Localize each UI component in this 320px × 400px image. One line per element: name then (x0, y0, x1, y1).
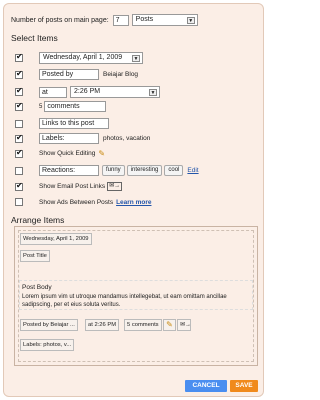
posts-count-row: Number of posts on main page: 7 Posts ▼ (11, 14, 198, 26)
date-format-value: Wednesday, April 1, 2009 (43, 54, 123, 61)
labels-chip[interactable]: Labels: photos, v... (20, 339, 75, 351)
email-row: Show Email Post Links ✉→ (15, 181, 123, 191)
select-items-title: Select Items (11, 33, 58, 43)
ads-label: Show Ads Between Posts (39, 198, 114, 206)
posted-by-chip[interactable]: Posted by Beiajar ... (20, 319, 78, 331)
author-name: Beiajar Blog (103, 71, 139, 78)
comments-count: 5 (39, 103, 43, 110)
chevron-down-icon: ▼ (132, 55, 140, 62)
time-chip[interactable]: at 2:26 PM (85, 319, 120, 331)
labels-input[interactable]: Labels: (39, 133, 99, 144)
ads-row: Show Ads Between Posts Learn more (15, 198, 151, 206)
date-header-chip[interactable]: Wednesday, April 1, 2009 (20, 233, 92, 245)
date-row: Wednesday, April 1, 2009 ▼ (15, 52, 143, 64)
time-row: at 2:26 PM ▼ (15, 86, 160, 98)
comments-chip[interactable]: 5 comments (124, 319, 162, 331)
arrange-items-title: Arrange Items (11, 215, 65, 225)
posts-count-input[interactable]: 7 (112, 14, 129, 26)
posted-by-row: Posted by Beiajar Blog (15, 69, 138, 80)
labels-row: Labels: photos, vacation (15, 133, 150, 144)
post-settings-panel: Number of posts on main page: 7 Posts ▼ … (3, 3, 264, 397)
ads-checkbox[interactable] (15, 198, 23, 206)
reactions-row: Reactions: funny interesting cool Edit (15, 165, 199, 176)
comments-row: 5 comments (15, 101, 107, 112)
links-row: Links to this post (15, 118, 109, 129)
date-checkbox[interactable] (15, 52, 23, 62)
reaction-interesting[interactable]: interesting (126, 165, 163, 176)
email-icon: ✉→ (107, 182, 123, 191)
arrange-items-area: Wednesday, April 1, 2009 Post Title Post… (14, 226, 258, 366)
time-format-value: 2:26 PM (74, 88, 101, 95)
reaction-cool[interactable]: cool (164, 165, 184, 176)
posts-label: Number of posts on main page: (11, 16, 109, 24)
chevron-down-icon: ▼ (186, 17, 195, 24)
chevron-down-icon: ▼ (149, 89, 157, 96)
quick-edit-label: Show Quick Editing (39, 150, 96, 157)
labels-checkbox[interactable] (15, 133, 23, 143)
learn-more-link[interactable]: Learn more (116, 199, 151, 206)
post-body-block: Post Body Lorem ipsum vim ut utroque man… (22, 284, 248, 309)
post-body-title: Post Body (22, 284, 52, 291)
cancel-button[interactable]: CANCEL (185, 380, 227, 392)
time-format-select[interactable]: 2:26 PM ▼ (70, 86, 160, 98)
quick-edit-row: Show Quick Editing ✎ (15, 148, 106, 158)
date-format-select[interactable]: Wednesday, April 1, 2009 ▼ (39, 52, 143, 64)
save-button[interactable]: SAVE (230, 380, 258, 392)
edit-reactions-link[interactable]: Edit (187, 167, 198, 174)
quick-edit-checkbox[interactable] (15, 148, 23, 158)
comments-input[interactable]: comments (44, 101, 107, 112)
posts-unit-value: Posts (135, 16, 154, 23)
labels-example: photos, vacation (103, 135, 151, 142)
posted-by-input[interactable]: Posted by (39, 69, 99, 80)
posted-by-checkbox[interactable] (15, 69, 23, 79)
posts-unit-select[interactable]: Posts ▼ (131, 14, 198, 26)
reaction-funny[interactable]: funny (102, 165, 125, 176)
reactions-checkbox[interactable] (15, 166, 23, 175)
links-checkbox[interactable] (15, 119, 23, 128)
email-label: Show Email Post Links (39, 183, 106, 190)
email-checkbox[interactable] (15, 181, 23, 191)
comments-checkbox[interactable] (15, 101, 23, 111)
links-input[interactable]: Links to this post (39, 118, 109, 129)
post-body-text: Lorem ipsum vim ut utroque mandamus inte… (22, 294, 227, 308)
pencil-icon: ✎ (98, 149, 106, 158)
time-checkbox[interactable] (15, 86, 23, 96)
at-input[interactable]: at (39, 86, 67, 98)
reactions-input[interactable]: Reactions: (39, 165, 99, 176)
post-title-chip[interactable]: Post Title (20, 250, 50, 262)
email-icon[interactable]: ✉→ (177, 319, 191, 331)
pencil-icon[interactable]: ✎ (163, 319, 176, 331)
